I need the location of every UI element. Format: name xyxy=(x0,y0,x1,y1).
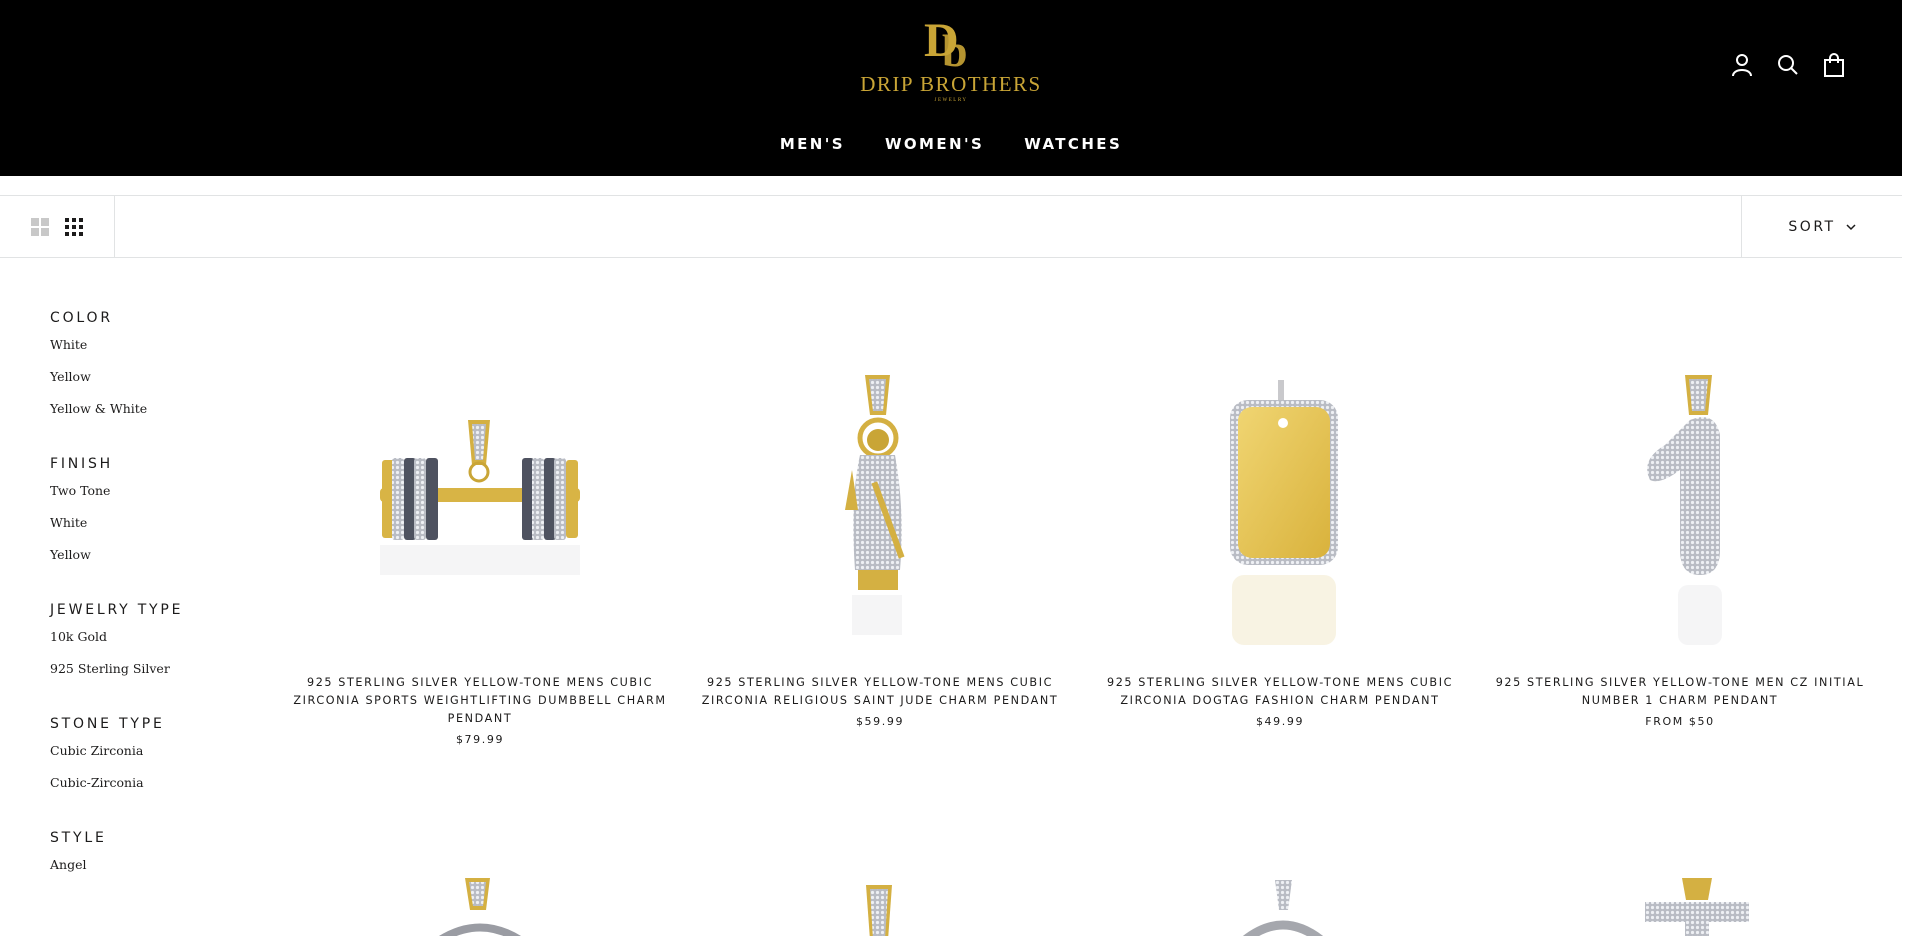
product-card[interactable] xyxy=(280,870,680,936)
product-image[interactable] xyxy=(1080,870,1480,936)
filter-sidebar: COLOR White Yellow Yellow & White FINISH… xyxy=(50,310,250,912)
product-price: $79.99 xyxy=(455,733,505,746)
filter-option-two-tone[interactable]: Two Tone xyxy=(50,484,250,516)
product-image[interactable] xyxy=(680,870,1080,936)
filter-option-angel[interactable]: Angel xyxy=(50,858,250,890)
product-price: $59.99 xyxy=(855,715,905,728)
layout-switch xyxy=(0,196,115,258)
filter-title: JEWELRY TYPE xyxy=(50,602,184,618)
product-card[interactable]: 925 STERLING SILVER YELLOW-TONE MENS CUB… xyxy=(280,340,680,746)
product-price: FROM $50 xyxy=(1645,715,1715,728)
site-header: D b DRIP BROTHERS JEWELRY MEN'S WOMEN'S … xyxy=(0,0,1902,176)
filter-option-white[interactable]: White xyxy=(50,516,250,548)
product-price: $49.99 xyxy=(1255,715,1305,728)
filter-option-cubic-zirconia[interactable]: Cubic Zirconia xyxy=(50,744,250,776)
cart-icon[interactable] xyxy=(1821,52,1847,78)
filter-title: FINISH xyxy=(50,456,113,472)
filter-option-yellow[interactable]: Yellow xyxy=(50,370,250,402)
search-icon[interactable] xyxy=(1775,52,1801,78)
product-title[interactable]: 925 STERLING SILVER YELLOW-TONE MENS CUB… xyxy=(692,674,1068,710)
product-card[interactable]: 925 STERLING SILVER YELLOW-TONE MENS CUB… xyxy=(680,340,1080,728)
product-card[interactable]: 925 STERLING SILVER YELLOW-TONE MEN CZ I… xyxy=(1480,340,1880,728)
product-image[interactable] xyxy=(1080,340,1480,650)
filter-option-yellow-white[interactable]: Yellow & White xyxy=(50,402,250,434)
product-title[interactable]: 925 STERLING SILVER YELLOW-TONE MENS CUB… xyxy=(1092,674,1468,710)
filter-title: COLOR xyxy=(50,310,113,326)
svg-text:b: b xyxy=(942,25,968,72)
filter-group-style: STYLE Angel xyxy=(50,830,250,890)
product-image[interactable] xyxy=(680,340,1080,650)
nav-mens[interactable]: MEN'S xyxy=(780,135,845,153)
nav-watches[interactable]: WATCHES xyxy=(1024,135,1122,153)
header-icons xyxy=(1729,52,1847,78)
product-image[interactable] xyxy=(280,870,680,936)
filter-option-sterling-silver[interactable]: 925 Sterling Silver xyxy=(50,662,250,694)
sort-button[interactable]: SORT xyxy=(1741,196,1902,258)
monogram-logo: D b xyxy=(924,14,968,72)
product-title[interactable]: 925 STERLING SILVER YELLOW-TONE MENS CUB… xyxy=(292,674,668,728)
product-card[interactable] xyxy=(1080,870,1480,936)
grid-4-icon[interactable] xyxy=(64,217,84,237)
grid-2-icon[interactable] xyxy=(30,217,50,237)
collection-toolbar: SORT xyxy=(0,195,1902,258)
brand-subtitle: JEWELRY xyxy=(934,98,968,103)
filter-group-color: COLOR White Yellow Yellow & White xyxy=(50,310,250,434)
filter-title: STONE TYPE xyxy=(50,716,165,732)
product-title[interactable]: 925 STERLING SILVER YELLOW-TONE MEN CZ I… xyxy=(1492,674,1868,710)
product-card[interactable] xyxy=(680,870,1080,936)
brand-logo[interactable]: D b DRIP BROTHERS JEWELRY xyxy=(855,12,1047,116)
brand-name: DRIP BROTHERS xyxy=(860,72,1042,96)
main-nav: MEN'S WOMEN'S WATCHES xyxy=(0,135,1902,153)
chevron-down-icon xyxy=(1846,223,1856,230)
product-card[interactable]: 925 STERLING SILVER YELLOW-TONE MENS CUB… xyxy=(1080,340,1480,728)
filter-group-stone-type: STONE TYPE Cubic Zirconia Cubic-Zirconia xyxy=(50,716,250,808)
product-card[interactable] xyxy=(1480,870,1880,936)
product-image[interactable] xyxy=(1480,870,1880,936)
filter-option-white[interactable]: White xyxy=(50,338,250,370)
nav-womens[interactable]: WOMEN'S xyxy=(885,135,984,153)
account-icon[interactable] xyxy=(1729,52,1755,78)
filter-group-jewelry-type: JEWELRY TYPE 10k Gold 925 Sterling Silve… xyxy=(50,602,250,694)
filter-group-finish: FINISH Two Tone White Yellow xyxy=(50,456,250,580)
filter-option-yellow[interactable]: Yellow xyxy=(50,548,250,580)
filter-title: STYLE xyxy=(50,830,107,846)
sort-label: SORT xyxy=(1788,219,1836,235)
product-image[interactable] xyxy=(1480,340,1880,650)
filter-option-10k-gold[interactable]: 10k Gold xyxy=(50,630,250,662)
product-image[interactable] xyxy=(280,340,680,650)
filter-option-cubic-zirconia-hyphen[interactable]: Cubic-Zirconia xyxy=(50,776,250,808)
